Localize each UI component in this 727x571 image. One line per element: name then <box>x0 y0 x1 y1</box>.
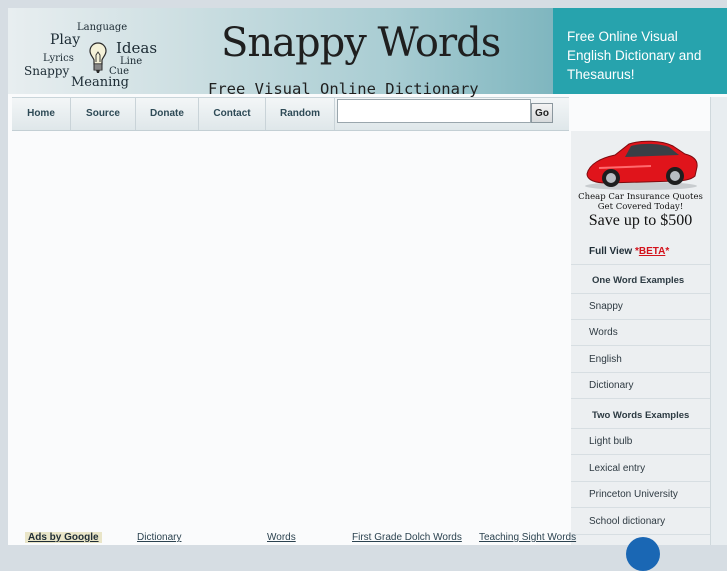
sidebar-item-princeton-university[interactable]: Princeton University <box>571 482 710 508</box>
beta-link[interactable]: BETA <box>639 246 665 257</box>
two-words-heading: Two Words Examples <box>571 403 710 429</box>
ad-link-dictionary[interactable]: Dictionary <box>137 532 181 543</box>
car-insurance-ad[interactable]: Cheap Car Insurance Quotes Get Covered T… <box>571 131 710 235</box>
sidebar-item-dictionary[interactable]: Dictionary <box>571 373 710 399</box>
logo-word-snappy: Snappy <box>24 64 70 78</box>
sidebar-item-school-dictionary[interactable]: School dictionary <box>571 509 710 535</box>
sidebar-item-light-bulb[interactable]: Light bulb <box>571 429 710 455</box>
ad-offer: Save up to $500 <box>588 212 693 229</box>
full-view-link[interactable]: Full View *BETA* <box>571 239 710 265</box>
beta-star-right: * <box>665 246 670 257</box>
page-scrollbar[interactable] <box>710 97 727 545</box>
go-button[interactable]: Go <box>531 103 553 123</box>
logo-word-meaning: Meaning <box>71 75 129 90</box>
ad-links-bar: Ads by Google Dictionary Words First Gra… <box>12 530 576 545</box>
ad-subline: Get Covered Today! <box>597 202 684 212</box>
sidebar-item-lexical-entry[interactable]: Lexical entry <box>571 456 710 482</box>
ads-by-google-link[interactable]: Ads by Google <box>25 532 102 543</box>
red-car-image <box>585 140 698 190</box>
tagline-text: Free Online Visual English Dictionary an… <box>567 29 702 82</box>
sidebar: Cheap Car Insurance Quotes Get Covered T… <box>571 131 710 571</box>
ad-headline: Cheap Car Insurance Quotes <box>578 192 703 202</box>
ad-link-words[interactable]: Words <box>267 532 296 543</box>
site-subtitle: Free Visual Online Dictionary <box>208 80 479 98</box>
one-word-heading: One Word Examples <box>571 268 710 294</box>
nav-contact[interactable]: Contact <box>199 98 266 130</box>
logo-word-play: Play <box>50 32 81 48</box>
nav-home[interactable]: Home <box>12 98 71 130</box>
nav-source[interactable]: Source <box>71 98 136 130</box>
sidebar-item-words[interactable]: Words <box>571 320 710 346</box>
nav-donate[interactable]: Donate <box>136 98 199 130</box>
full-view-label: Full View <box>589 246 635 257</box>
sidebar-item-snappy[interactable]: Snappy <box>571 294 710 320</box>
site-title[interactable]: Snappy Words <box>221 20 501 66</box>
lightbulb-icon <box>89 42 107 73</box>
blue-badge-icon <box>626 537 660 571</box>
logo-word-language: Language <box>77 22 128 33</box>
logo-word-lyrics: Lyrics <box>43 53 74 64</box>
sidebar-item-english[interactable]: English <box>571 347 710 373</box>
logo-word-ideas: Ideas <box>116 39 158 57</box>
header-banner: Language Play Ideas Lyrics Line Snappy C… <box>8 8 553 98</box>
ad-link-first-grade-dolch-words[interactable]: First Grade Dolch Words <box>352 532 462 543</box>
search-input[interactable] <box>337 99 531 123</box>
ad-link-teaching-sight-words[interactable]: Teaching Sight Words <box>479 532 576 543</box>
nav-random[interactable]: Random <box>266 98 335 130</box>
tagline-panel: Free Online Visual English Dictionary an… <box>553 8 727 94</box>
